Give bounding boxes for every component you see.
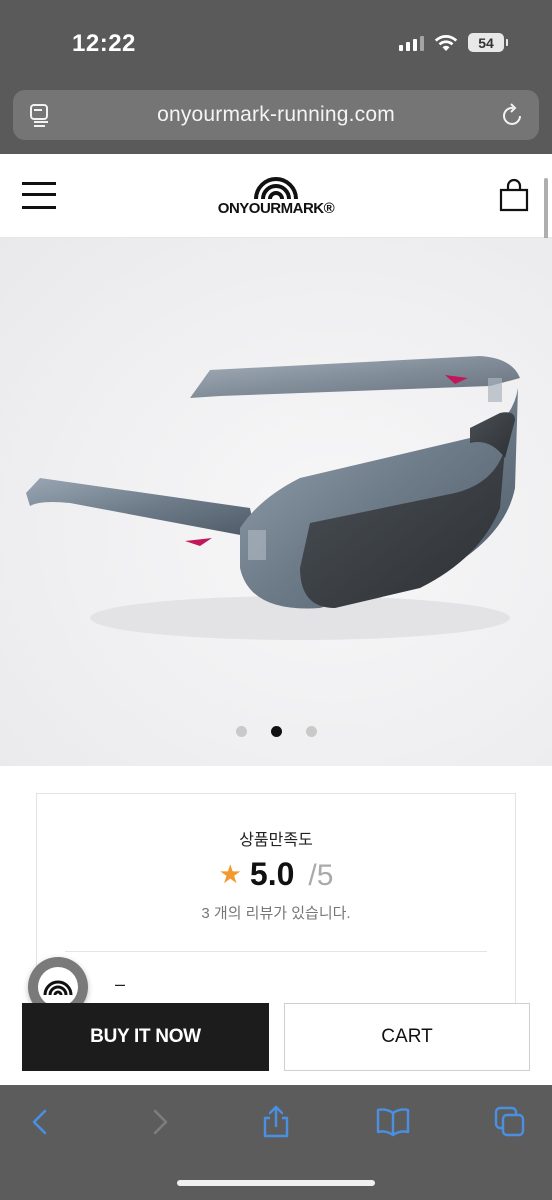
bookmarks-icon[interactable]: [376, 1105, 410, 1139]
carousel-dot-2[interactable]: [270, 726, 282, 737]
chat-logo-icon: [38, 967, 78, 1007]
status-bar: 12:22 54: [0, 0, 552, 80]
review-score-max: /5: [308, 859, 334, 892]
tabs-icon[interactable]: [493, 1105, 527, 1139]
review-divider: [65, 951, 487, 952]
add-to-cart-button[interactable]: CART: [284, 1003, 530, 1071]
review-dash: –: [115, 974, 126, 994]
site-header: ONYOURMARK®: [0, 154, 552, 238]
wifi-icon: [434, 34, 458, 51]
battery-indicator: 54: [468, 33, 508, 52]
buy-it-now-button[interactable]: BUY IT NOW: [22, 1003, 269, 1071]
shopping-bag-icon[interactable]: [498, 178, 530, 212]
back-icon[interactable]: [24, 1105, 58, 1139]
url-text: onyourmark-running.com: [157, 103, 395, 126]
logo-arc-icon: [254, 177, 298, 200]
share-icon[interactable]: [259, 1105, 293, 1139]
review-title: 상품만족도: [239, 832, 313, 849]
cellular-signal-icon: [399, 35, 424, 51]
review-score-value: 5.0: [249, 856, 295, 892]
home-indicator[interactable]: [177, 1180, 375, 1186]
review-score: ★ 5.0 /5: [37, 856, 515, 893]
status-time: 12:22: [72, 30, 136, 57]
sunglasses-image: [26, 356, 520, 640]
star-icon: ★: [218, 859, 242, 889]
reload-icon[interactable]: [501, 102, 525, 128]
carousel-dot-1[interactable]: [235, 726, 247, 737]
forward-icon[interactable]: [142, 1105, 176, 1139]
browser-address-area: onyourmark-running.com: [0, 80, 552, 154]
carousel-pagination: [0, 726, 552, 737]
logo-text: ONYOURMARK®: [217, 200, 335, 217]
status-indicators: 54: [399, 33, 508, 52]
address-bar[interactable]: onyourmark-running.com: [13, 90, 539, 140]
carousel-dot-3[interactable]: [305, 726, 317, 737]
site-logo[interactable]: ONYOURMARK®: [0, 174, 552, 217]
product-image-carousel[interactable]: [0, 238, 552, 766]
review-count: 3 개의 리뷰가 있습니다.: [201, 905, 351, 922]
review-summary-card: 상품만족도 ★ 5.0 /5 3 개의 리뷰가 있습니다. –: [36, 793, 516, 1003]
